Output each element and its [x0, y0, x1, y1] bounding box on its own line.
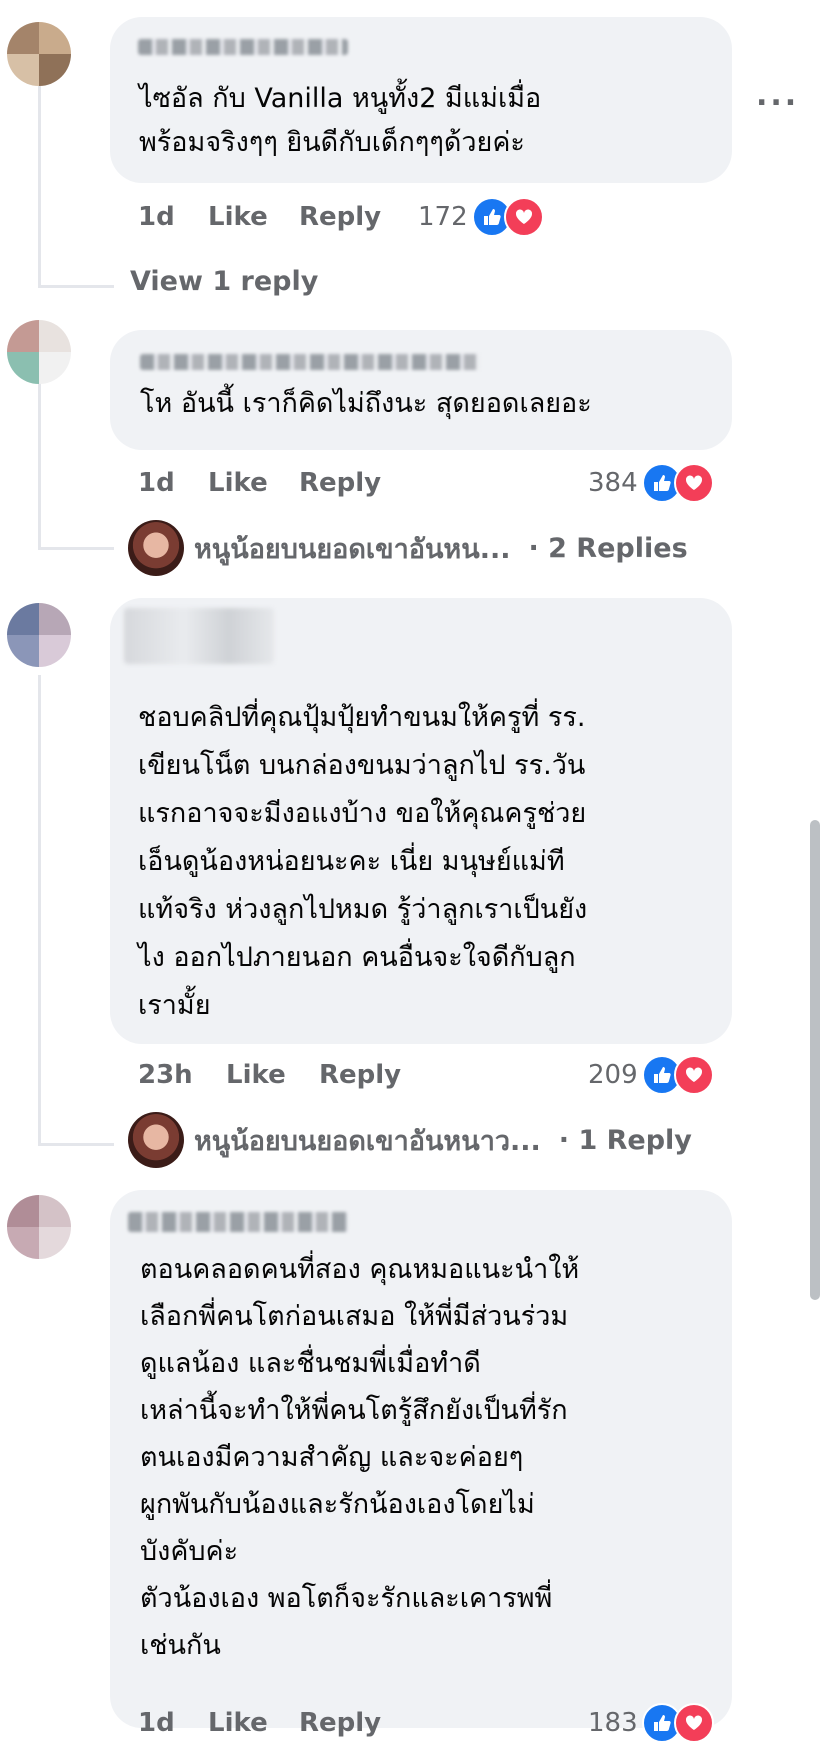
reaction-count: 183 [588, 1708, 638, 1738]
reply-button[interactable]: Reply [319, 1060, 401, 1090]
thread-line [38, 547, 114, 550]
like-button[interactable]: Like [208, 202, 268, 232]
reply-author-avatar [128, 1112, 184, 1168]
reply-preview[interactable]: หนูน้อยบนยอดเขาอันหน... · 2 Replies [128, 520, 688, 576]
love-reaction-icon [503, 197, 544, 237]
comment-bubble: โห อันนี้ เราก็คิดไม่ถึงนะ สุดยอดเลยอะ [110, 330, 732, 450]
comment-bubble: ตอนคลอดคนที่สอง คุณหมอแนะนำให้ เลือกพี่ค… [110, 1190, 732, 1728]
view-replies-link[interactable]: View 1 reply [130, 266, 318, 297]
comment-time[interactable]: 1d [138, 1708, 175, 1738]
comment-time[interactable]: 1d [138, 468, 175, 498]
scrollbar[interactable] [810, 820, 820, 1300]
avatar[interactable] [7, 22, 71, 86]
reaction-summary[interactable]: 209 [588, 1055, 714, 1095]
thread-line [38, 375, 41, 547]
reaction-count: 209 [588, 1060, 638, 1090]
comment-text: โห อันนี้ เราก็คิดไม่ถึงนะ สุดยอดเลยอะ [140, 388, 592, 419]
reply-author-name: หนูน้อยบนยอดเขาอันหนาว... [194, 1125, 541, 1157]
reaction-count: 172 [418, 202, 468, 232]
reaction-summary[interactable]: 384 [588, 463, 714, 503]
comment-bubble: ไซอัล กับ Vanilla หนูทั้ง2 มีแม่เมื่อ พร… [110, 17, 732, 183]
avatar[interactable] [7, 320, 71, 384]
love-reaction-icon [673, 1055, 714, 1095]
commenter-name[interactable] [128, 1212, 348, 1232]
reaction-summary[interactable]: 183 [588, 1703, 714, 1743]
reply-button[interactable]: Reply [299, 468, 381, 498]
reply-author-name: หนูน้อยบนยอดเขาอันหน... [194, 533, 511, 565]
avatar[interactable] [7, 603, 71, 667]
comment-bubble: ชอบคลิปที่คุณปุ้มปุ้ยทำขนมให้ครูที่ รร. … [110, 598, 732, 1044]
reaction-count: 384 [588, 468, 638, 498]
comment-time[interactable]: 23h [138, 1060, 193, 1090]
reply-button[interactable]: Reply [299, 202, 381, 232]
comment-text: ตอนคลอดคนที่สอง คุณหมอแนะนำให้ เลือกพี่ค… [140, 1254, 580, 1661]
reply-count: · 1 Reply [558, 1124, 692, 1156]
like-button[interactable]: Like [226, 1060, 286, 1090]
thread-line [38, 1143, 114, 1146]
thread-line [38, 70, 41, 285]
avatar[interactable] [7, 1195, 71, 1259]
commenter-name[interactable] [124, 608, 274, 664]
comment-text: ชอบคลิปที่คุณปุ้มปุ้ยทำขนมให้ครูที่ รร. … [138, 702, 588, 1021]
like-button[interactable]: Like [208, 468, 268, 498]
reply-button[interactable]: Reply [299, 1708, 381, 1738]
love-reaction-icon [673, 463, 714, 503]
commenter-name[interactable] [140, 354, 480, 370]
reply-author-avatar [128, 520, 184, 576]
comment-time[interactable]: 1d [138, 202, 175, 232]
thread-line [38, 675, 41, 1143]
comment-text: ไซอัล กับ Vanilla หนูทั้ง2 มีแม่เมื่อ พร… [139, 83, 542, 158]
reply-preview[interactable]: หนูน้อยบนยอดเขาอันหนาว... · 1 Reply [128, 1112, 692, 1168]
commenter-name[interactable] [138, 39, 348, 55]
reaction-summary[interactable]: 172 [418, 197, 544, 237]
like-button[interactable]: Like [208, 1708, 268, 1738]
love-reaction-icon [673, 1703, 714, 1743]
thread-line [38, 285, 114, 288]
reply-count: · 2 Replies [528, 532, 688, 564]
more-options-button[interactable]: ... [756, 78, 799, 113]
